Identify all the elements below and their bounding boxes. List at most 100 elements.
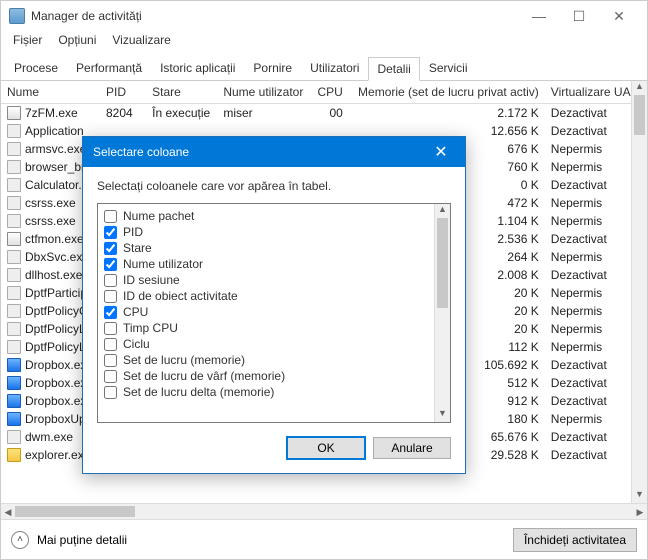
dialog-close-button[interactable]: ✕ [427,142,455,162]
menu-options[interactable]: Opțiuni [50,31,104,51]
tab-users[interactable]: Utilizatori [301,56,368,80]
column-option[interactable]: Set de lucru de vârf (memorie) [102,368,446,384]
process-icon [7,178,21,192]
column-label: Nume utilizator [123,257,203,271]
column-checkbox[interactable] [104,306,117,319]
col-pid[interactable]: PID [100,81,146,104]
process-icon [7,142,21,156]
process-icon [7,286,21,300]
column-option[interactable]: CPU [102,304,446,320]
fewer-details-link[interactable]: Mai puține detalii [37,533,127,547]
column-label: ID de obiect activitate [123,289,238,303]
column-label: Set de lucru delta (memorie) [123,385,274,399]
process-icon [7,448,21,462]
scroll-left-icon[interactable]: ◀ [1,504,15,519]
column-checkbox[interactable] [104,370,117,383]
tab-details[interactable]: Detalii [368,57,419,81]
column-label: Set de lucru de vârf (memorie) [123,369,285,383]
scroll-thumb[interactable] [437,218,448,308]
columns-listbox[interactable]: Nume pachetPIDStare Nume utilizator ID ses… [97,203,451,423]
col-cpu[interactable]: CPU [311,81,349,104]
column-checkbox[interactable] [104,338,117,351]
column-option[interactable]: Ciclu [102,336,446,352]
process-icon [7,322,21,336]
column-checkbox[interactable] [104,290,117,303]
col-user[interactable]: Nume utilizator [217,81,311,104]
col-status[interactable]: Stare [146,81,217,104]
column-checkbox[interactable] [104,242,117,255]
tab-processes[interactable]: Procese [5,56,67,80]
column-option[interactable]: ID sesiune [102,272,446,288]
scroll-right-icon[interactable]: ▶ [633,504,647,519]
tab-services[interactable]: Servicii [420,56,477,80]
ok-button[interactable]: OK [287,437,365,459]
process-icon [7,232,21,246]
column-option[interactable]: Nume utilizator [102,256,446,272]
window-title: Manager de activități [31,9,142,23]
col-memory[interactable]: Memorie (set de lucru privat activ) [349,81,545,104]
col-name[interactable]: Nume [1,81,100,104]
tab-startup[interactable]: Pornire [244,56,301,80]
vertical-scrollbar[interactable]: ▲ ▼ [631,81,647,503]
scroll-up-icon[interactable]: ▲ [435,204,450,218]
tab-app-history[interactable]: Istoric aplicații [151,56,244,80]
close-button[interactable]: ✕ [599,2,639,30]
tab-performance[interactable]: Performanță [67,56,151,80]
column-label: Set de lucru (memorie) [123,353,245,367]
column-checkbox[interactable] [104,322,117,335]
column-label: Stare [123,241,152,255]
scroll-up-icon[interactable]: ▲ [632,81,647,95]
process-icon [7,340,21,354]
dialog-instruction: Selectați coloanele care vor apărea în t… [97,179,451,193]
statusbar: ˄ Mai puține detalii Închideți activitat… [1,519,647,559]
tabbar: Procese Performanță Istoric aplicații Po… [1,55,647,81]
titlebar[interactable]: Manager de activități — ☐ ✕ [1,1,647,31]
process-icon [7,160,21,174]
column-checkbox[interactable] [104,210,117,223]
column-label: Nume pachet [123,209,194,223]
dialog-scrollbar[interactable]: ▲ ▼ [434,204,450,422]
column-option[interactable]: Set de lucru delta (memorie) [102,384,446,400]
scroll-down-icon[interactable]: ▼ [435,408,450,422]
column-label: CPU [123,305,148,319]
cancel-button[interactable]: Anulare [373,437,451,459]
menu-view[interactable]: Vizualizare [104,31,178,51]
process-icon [7,358,21,372]
column-checkbox[interactable] [104,354,117,367]
process-icon [7,376,21,390]
column-option[interactable]: ID de obiect activitate [102,288,446,304]
process-icon [7,268,21,282]
column-checkbox[interactable] [104,386,117,399]
menu-file[interactable]: Fișier [5,31,50,51]
maximize-button[interactable]: ☐ [559,2,599,30]
scroll-down-icon[interactable]: ▼ [632,489,647,503]
menubar: Fișier Opțiuni Vizualizare [1,31,647,51]
process-icon [7,430,21,444]
end-task-button[interactable]: Închideți activitatea [513,528,637,552]
process-icon [7,304,21,318]
column-option[interactable]: Nume pachet [102,208,446,224]
column-checkbox[interactable] [104,226,117,239]
dialog-titlebar[interactable]: Selectare coloane ✕ [83,137,465,167]
column-checkbox[interactable] [104,258,117,271]
process-icon [7,106,21,120]
column-label: Ciclu [123,337,150,351]
column-label: Timp CPU [123,321,178,335]
table-row[interactable]: 7zFM.exe8204În execuțiemiser002.172 KDez… [1,104,647,123]
select-columns-dialog: Selectare coloane ✕ Selectați coloanele … [82,136,466,474]
horizontal-scrollbar[interactable]: ◀ ▶ [1,503,647,519]
process-icon [7,196,21,210]
column-option[interactable]: Stare [102,240,446,256]
column-checkbox[interactable] [104,274,117,287]
hscroll-thumb[interactable] [15,506,135,517]
column-option[interactable]: PID [102,224,446,240]
column-label: ID sesiune [123,273,180,287]
chevron-up-icon[interactable]: ˄ [11,531,29,549]
minimize-button[interactable]: — [519,2,559,30]
scroll-thumb[interactable] [634,95,645,135]
process-icon [7,412,21,426]
column-option[interactable]: Set de lucru (memorie) [102,352,446,368]
process-icon [7,124,21,138]
process-icon [7,214,21,228]
column-option[interactable]: Timp CPU [102,320,446,336]
